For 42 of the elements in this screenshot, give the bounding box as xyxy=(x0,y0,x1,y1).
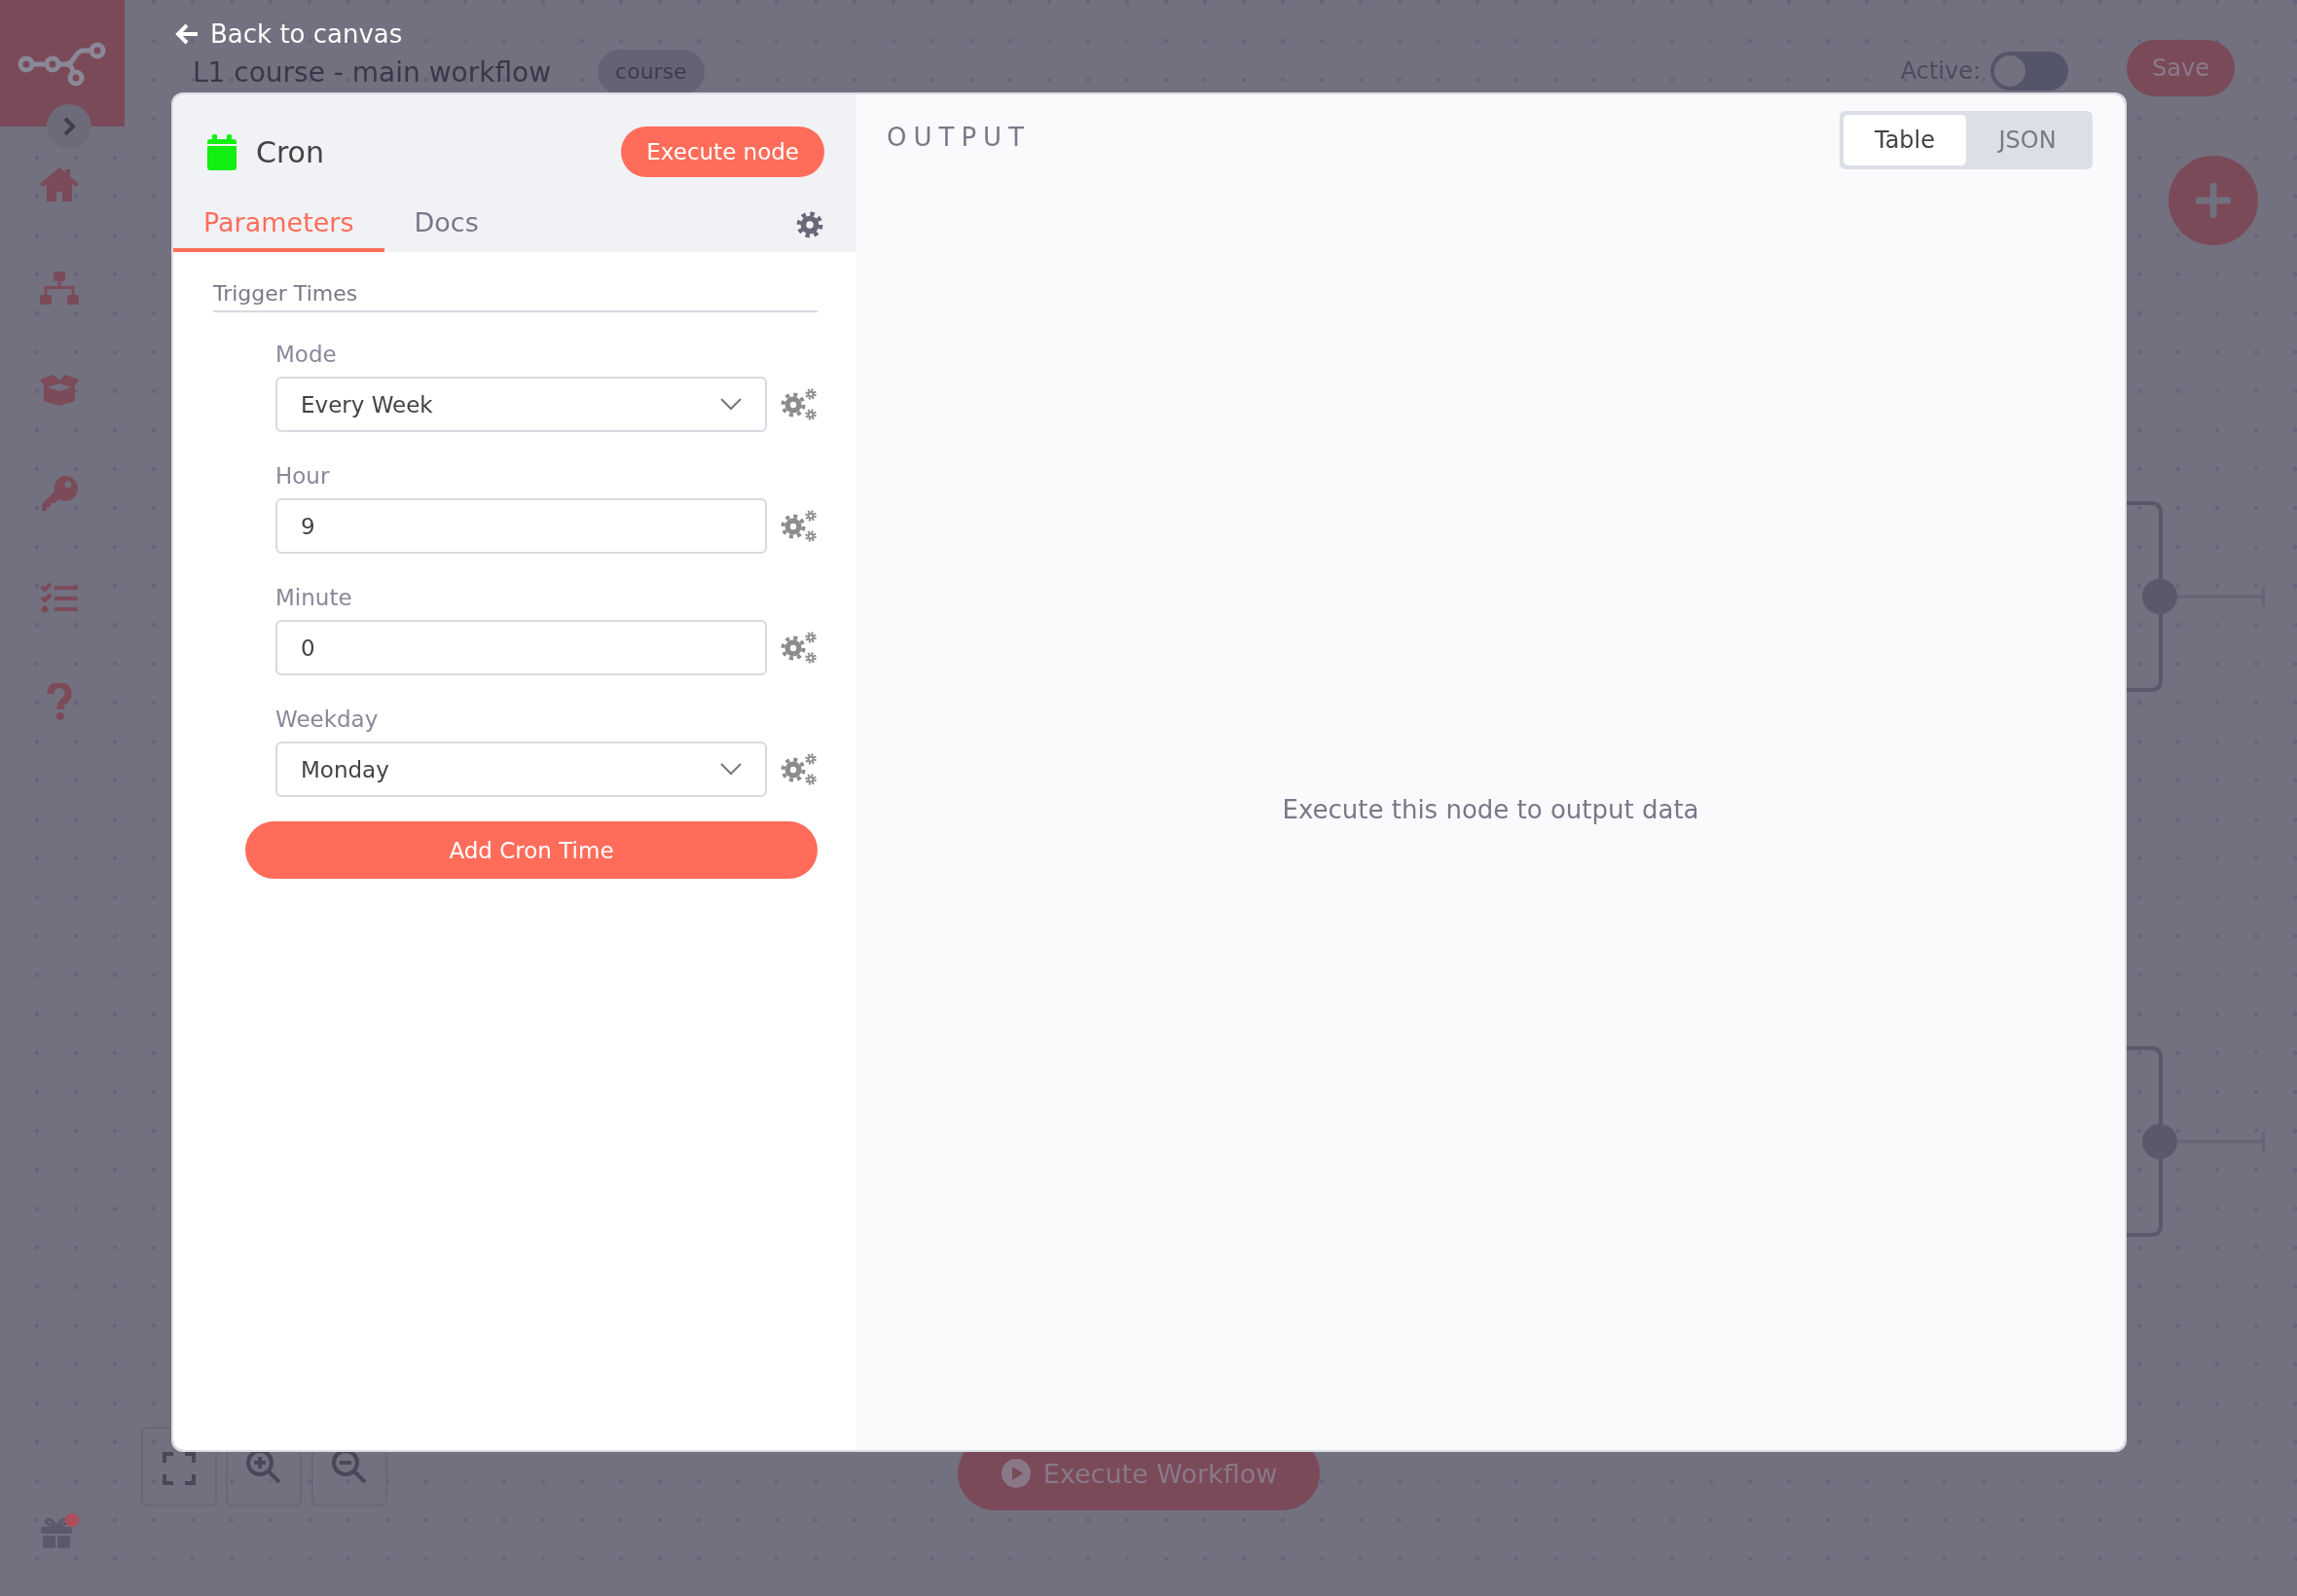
section-title: Trigger Times xyxy=(213,279,818,312)
view-option[interactable]: Table xyxy=(1843,115,1966,165)
chevron-down-icon xyxy=(720,398,742,411)
gears-icon[interactable] xyxy=(781,631,818,665)
sitemap-icon[interactable] xyxy=(39,271,80,306)
field-label: Hour xyxy=(275,462,331,490)
empty-message: Execute this node to output data xyxy=(1282,795,1699,824)
tab[interactable]: Docs xyxy=(383,197,509,252)
input-field[interactable]: 0 xyxy=(275,620,767,675)
field-label: Mode xyxy=(275,341,338,369)
checklist-icon[interactable] xyxy=(40,582,79,615)
dropdown[interactable]: Monday xyxy=(275,742,767,797)
question-icon[interactable] xyxy=(47,683,72,720)
home-icon[interactable] xyxy=(39,165,80,202)
gears-icon[interactable] xyxy=(781,509,818,543)
dropdown[interactable]: Every Week xyxy=(275,377,767,432)
add-cron-time-button[interactable]: Add Cron Time xyxy=(245,821,818,879)
plus-icon xyxy=(2196,183,2231,218)
field-label: Minute xyxy=(275,584,353,612)
key-icon[interactable] xyxy=(41,475,78,514)
back-link[interactable]: Back to canvas xyxy=(175,18,705,50)
settings-icon[interactable] xyxy=(795,209,824,239)
play-icon xyxy=(1000,1458,1032,1489)
execute-node-button[interactable]: Execute node xyxy=(621,127,824,177)
chevron-down-icon xyxy=(720,763,742,776)
box-icon[interactable] xyxy=(38,374,81,407)
output-title: OUTPUT xyxy=(887,123,1032,152)
view-option[interactable]: JSON xyxy=(1966,115,2089,165)
arrow-left-icon xyxy=(175,23,199,45)
expand-button[interactable] xyxy=(47,104,91,149)
gift-icon[interactable] xyxy=(39,1512,80,1549)
input-field[interactable]: 9 xyxy=(275,498,767,554)
tab[interactable]: Parameters xyxy=(173,197,384,252)
active-toggle[interactable] xyxy=(1990,52,2069,91)
gears-icon[interactable] xyxy=(781,752,818,786)
gears-icon[interactable] xyxy=(781,387,818,421)
expand-icon xyxy=(163,1452,196,1485)
field-label: Weekday xyxy=(275,706,380,734)
chevron-right-icon xyxy=(62,117,76,136)
calendar-icon xyxy=(207,133,237,170)
workflow-name[interactable]: L1 course - main workflow xyxy=(193,55,552,89)
node-title: Cron xyxy=(256,134,325,169)
